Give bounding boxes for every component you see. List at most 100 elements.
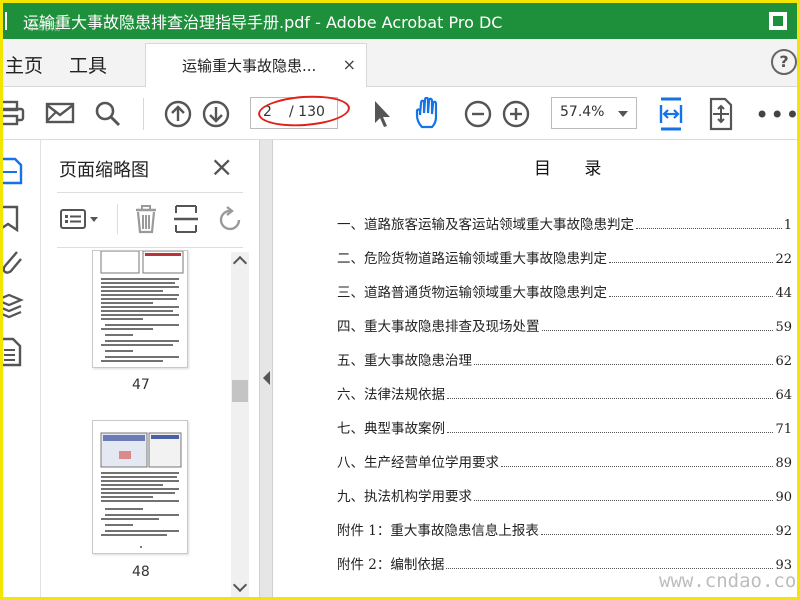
help-icon[interactable]: ? bbox=[771, 49, 797, 75]
toc-entry-page: 89 bbox=[775, 456, 792, 471]
toc-entry-title: 附件 2：编制依据 bbox=[337, 557, 445, 573]
left-navigation-rail bbox=[3, 140, 35, 597]
toc-entry-title: 九、执法机构学用要求 bbox=[337, 489, 472, 505]
toc-entry-title: 四、重大事故隐患排查及现场处置 bbox=[337, 319, 540, 335]
zoom-in-icon[interactable] bbox=[502, 100, 530, 128]
thumbnail-panel: 页面缩略图 × 47 48 bbox=[40, 140, 254, 597]
acrobat-app-icon bbox=[5, 12, 15, 30]
search-icon[interactable] bbox=[94, 100, 122, 128]
app-window: 运输重大事故隐患排查治理指导手册.pdf - Adobe Acrobat Pro… bbox=[0, 0, 800, 600]
rotate-icon[interactable] bbox=[217, 206, 245, 234]
close-icon[interactable]: × bbox=[343, 55, 356, 74]
arrow-down-circle-icon[interactable] bbox=[202, 100, 230, 128]
toc-entry-page: 22 bbox=[775, 252, 792, 267]
toc-entry[interactable]: 一、道路旅客运输及客运站领域重大事故隐患判定 1 bbox=[337, 213, 792, 233]
toc-leader-dots bbox=[609, 296, 774, 297]
toc-entry-page: 90 bbox=[775, 490, 792, 505]
layers-icon[interactable] bbox=[3, 292, 27, 322]
page-thumbnail[interactable] bbox=[92, 420, 188, 554]
bookmark-icon[interactable] bbox=[3, 204, 27, 234]
toc-entry-title: 一、道路旅客运输及客运站领域重大事故隐患判定 bbox=[337, 217, 634, 233]
maximize-button[interactable] bbox=[769, 12, 787, 30]
nav-home[interactable]: 主页 bbox=[5, 51, 43, 78]
thumbnail-scrollbar[interactable] bbox=[231, 252, 249, 597]
toc-entry-title: 三、道路普通货物运输领域重大事故隐患判定 bbox=[337, 285, 607, 301]
panel-title: 页面缩略图 bbox=[59, 160, 149, 181]
page-thumbnail[interactable] bbox=[92, 250, 188, 368]
toc-leader-dots bbox=[540, 534, 774, 535]
thumbnail-page-number: 48 bbox=[132, 564, 150, 580]
attachment-icon[interactable] bbox=[3, 246, 27, 276]
document-icon[interactable] bbox=[3, 336, 27, 368]
document-page: 目 录 一、道路旅客运输及客运站领域重大事故隐患判定 1 二、危险货物道路运输领域重… bbox=[275, 140, 797, 597]
toc-leader-dots bbox=[636, 228, 782, 229]
split-pages-icon[interactable] bbox=[173, 204, 199, 234]
toc-entry-title: 五、重大事故隐患治理 bbox=[337, 353, 472, 369]
zoom-value: 57.4% bbox=[560, 104, 605, 120]
cursor-arrow-icon[interactable] bbox=[371, 99, 393, 129]
toc-entry-title: 八、生产经营单位学用要求 bbox=[337, 455, 499, 471]
tools-separator bbox=[117, 204, 118, 234]
site-watermark: www.cndao.com bbox=[659, 570, 800, 592]
zoom-dropdown[interactable]: 57.4% bbox=[551, 97, 637, 129]
page-thumbnails-icon[interactable] bbox=[3, 156, 27, 186]
toolbar-separator bbox=[143, 98, 144, 130]
toc-entry[interactable]: 五、重大事故隐患治理 62 bbox=[337, 349, 792, 369]
toc-entry-page: 59 bbox=[775, 320, 792, 335]
toc-entry-page: 64 bbox=[775, 388, 792, 403]
print-icon[interactable] bbox=[3, 100, 25, 126]
scroll-down-icon[interactable] bbox=[232, 577, 248, 593]
toc-entry-title: 六、法律法规依据 bbox=[337, 387, 445, 403]
toc-entry[interactable]: 六、法律法规依据 64 bbox=[337, 383, 792, 403]
panel-splitter[interactable] bbox=[259, 140, 273, 597]
document-tab[interactable]: 运输重大事故隐患... × bbox=[145, 43, 367, 87]
document-tab-label: 运输重大事故隐患... bbox=[182, 57, 317, 75]
toc-entry[interactable]: 二、危险货物道路运输领域重大事故隐患判定 22 bbox=[337, 247, 792, 267]
fit-page-icon[interactable] bbox=[707, 97, 735, 131]
toc-entry[interactable]: 八、生产经营单位学用要求 89 bbox=[337, 451, 792, 471]
toc-entry-page: 1 bbox=[783, 218, 792, 233]
panel-divider bbox=[57, 247, 243, 248]
title-bar: 运输重大事故隐患排查治理指导手册.pdf - Adobe Acrobat Pro… bbox=[3, 3, 797, 39]
toolbar: 2 / 130 57.4% ••• bbox=[3, 88, 797, 140]
toc-leader-dots bbox=[447, 432, 774, 433]
toc-leader-dots bbox=[474, 364, 774, 365]
scroll-up-icon[interactable] bbox=[232, 255, 248, 271]
toc-leader-dots bbox=[446, 568, 774, 569]
toc-entry-title: 附件 1：重大事故隐患信息上报表 bbox=[337, 523, 539, 539]
toc-entry-page: 44 bbox=[775, 286, 792, 301]
toc-heading: 目 录 bbox=[534, 159, 616, 179]
scrollbar-thumb[interactable] bbox=[232, 380, 248, 402]
toc-entry[interactable]: 九、执法机构学用要求 90 bbox=[337, 485, 792, 505]
chevron-down-icon bbox=[618, 111, 628, 117]
toc-entry[interactable]: 四、重大事故隐患排查及现场处置 59 bbox=[337, 315, 792, 335]
toc-entry[interactable]: 三、道路普通货物运输领域重大事故隐患判定 44 bbox=[337, 281, 792, 301]
toc-leader-dots bbox=[501, 466, 774, 467]
mail-icon[interactable] bbox=[45, 102, 75, 124]
hand-tool-icon[interactable] bbox=[414, 97, 444, 131]
toc-leader-dots bbox=[541, 330, 774, 331]
thumbnail-page-image bbox=[100, 432, 182, 548]
more-options-icon[interactable]: ••• bbox=[755, 101, 797, 129]
fit-width-icon[interactable] bbox=[658, 97, 684, 131]
toc-leader-dots bbox=[609, 262, 774, 263]
toc-entry[interactable]: 七、典型事故案例 71 bbox=[337, 417, 792, 437]
thumbnail-page-image bbox=[100, 251, 184, 362]
toc-entry[interactable]: 附件 1：重大事故隐患信息上报表 92 bbox=[337, 519, 792, 539]
arrow-up-circle-icon[interactable] bbox=[164, 100, 192, 128]
nav-tools[interactable]: 工具 bbox=[69, 51, 107, 78]
toc-entry-page: 71 bbox=[775, 422, 792, 437]
overlay-watermark: 系统城 bbox=[27, 20, 60, 33]
toc-leader-dots bbox=[447, 398, 774, 399]
toc-leader-dots bbox=[474, 500, 774, 501]
toc-entry-title: 二、危险货物道路运输领域重大事故隐患判定 bbox=[337, 251, 607, 267]
trash-icon[interactable] bbox=[133, 204, 159, 234]
panel-divider bbox=[57, 192, 243, 193]
window-title: 运输重大事故隐患排查治理指导手册.pdf - Adobe Acrobat Pro… bbox=[23, 13, 503, 32]
zoom-out-icon[interactable] bbox=[464, 100, 492, 128]
close-icon[interactable]: × bbox=[210, 150, 233, 183]
thumbnail-options-icon[interactable] bbox=[59, 208, 101, 230]
toc-entry-page: 92 bbox=[775, 524, 792, 539]
panel-tools bbox=[57, 202, 247, 236]
collapse-panel-icon[interactable] bbox=[263, 371, 270, 385]
